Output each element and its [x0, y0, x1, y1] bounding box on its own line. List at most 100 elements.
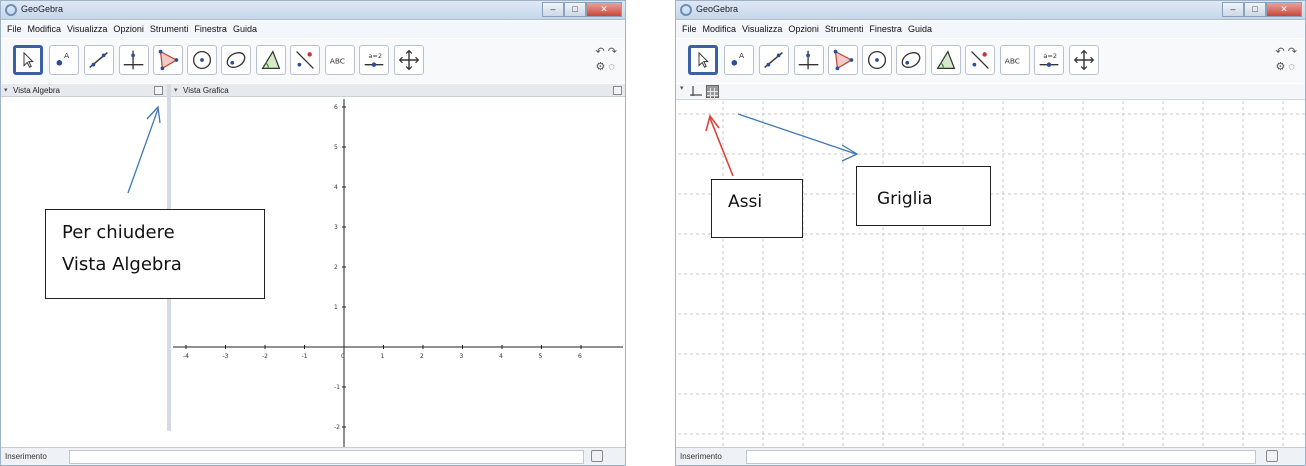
y-tick-label: -1	[334, 384, 340, 391]
x-tick-label: 2	[420, 353, 424, 360]
menu-modifica[interactable]: Modifica	[703, 21, 737, 38]
x-tick-label: -1	[302, 353, 308, 360]
input-field[interactable]	[746, 450, 1256, 464]
y-tick-label: 4	[334, 184, 338, 191]
line-tool-icon[interactable]	[759, 45, 789, 75]
x-tick-label: -4	[183, 353, 189, 360]
geogebra-window-right: GeoGebra – □ ✕ File Modifica Visualizza Opz…	[675, 0, 1306, 466]
move-view-tool-icon[interactable]	[394, 45, 424, 75]
menu-finestra[interactable]: Finestra	[869, 21, 902, 38]
menu-opzioni[interactable]: Opzioni	[113, 21, 144, 38]
polygon-tool-icon[interactable]	[828, 45, 858, 75]
menu-visualizza[interactable]: Visualizza	[742, 21, 782, 38]
close-graphics-view-button[interactable]	[613, 86, 622, 95]
menu-file[interactable]: File	[7, 21, 22, 38]
x-tick-label: 3	[460, 353, 464, 360]
arrow-to-grid-toggle	[737, 113, 857, 155]
menu-bar: File Modifica Visualizza Opzioni Strumenti Fi…	[1, 21, 625, 38]
window-title: GeoGebra	[696, 4, 739, 14]
graphics-view-title: Vista Grafica	[183, 86, 229, 95]
polygon-tool-icon[interactable]	[153, 45, 183, 75]
svg-text:a=2: a=2	[1043, 52, 1057, 60]
slider-tool-icon[interactable]: a=2	[1034, 45, 1064, 75]
menu-guida[interactable]: Guida	[908, 21, 932, 38]
input-label: Inserimento	[680, 452, 722, 461]
menu-strumenti[interactable]: Strumenti	[825, 21, 864, 38]
geogebra-app-icon	[5, 4, 17, 16]
input-label: Inserimento	[5, 452, 47, 461]
angle-tool-icon[interactable]	[931, 45, 961, 75]
collapse-triangle-icon[interactable]: ▾	[174, 84, 178, 97]
annotation-box-axes: Assi	[711, 179, 803, 238]
menu-modifica[interactable]: Modifica	[28, 21, 62, 38]
arrow-to-axes-toggle	[709, 117, 734, 177]
move-view-tool-icon[interactable]	[1069, 45, 1099, 75]
perpendicular-tool-icon[interactable]	[119, 45, 149, 75]
x-tick-label: 6	[578, 353, 582, 360]
collapse-triangle-icon[interactable]: ▾	[680, 84, 684, 92]
perpendicular-tool-icon[interactable]	[794, 45, 824, 75]
conic-tool-icon[interactable]	[896, 45, 926, 75]
svg-text:a=2: a=2	[368, 52, 382, 60]
x-tick-label: 5	[539, 353, 543, 360]
input-field[interactable]	[69, 450, 584, 464]
menu-strumenti[interactable]: Strumenti	[150, 21, 189, 38]
x-tick-label: -3	[223, 353, 229, 360]
grid-toggle-icon[interactable]	[706, 85, 719, 99]
menu-finestra[interactable]: Finestra	[194, 21, 227, 38]
text-tool-icon[interactable]: ABC	[325, 45, 355, 75]
collapse-triangle-icon[interactable]: ▾	[4, 84, 8, 97]
point-tool-icon[interactable]: A	[49, 45, 79, 75]
menu-visualizza[interactable]: Visualizza	[67, 21, 107, 38]
input-help-icon[interactable]	[591, 450, 603, 462]
y-tick-label: 6	[334, 104, 338, 111]
axes-toggle-icon[interactable]	[689, 85, 703, 98]
angle-tool-icon[interactable]	[256, 45, 286, 75]
input-bar: Inserimento	[676, 447, 1305, 465]
close-algebra-view-button[interactable]	[154, 86, 163, 95]
minimize-button[interactable]: –	[1222, 2, 1244, 17]
input-help-icon[interactable]	[1266, 450, 1278, 462]
help-settings-icons[interactable]: ⚙ ◌	[1276, 60, 1298, 73]
annotation-box-grid: Griglia	[856, 166, 991, 226]
minimize-button[interactable]: –	[542, 2, 564, 17]
menu-file[interactable]: File	[682, 21, 697, 38]
menu-guida[interactable]: Guida	[233, 21, 257, 38]
text-tool-icon[interactable]: ABC	[1000, 45, 1030, 75]
move-tool-icon[interactable]	[13, 45, 43, 75]
x-tick-label: 1	[381, 353, 385, 360]
menu-bar: File Modifica Visualizza Opzioni Strumenti Fi…	[676, 21, 1305, 38]
reflect-tool-icon[interactable]	[290, 45, 320, 75]
conic-tool-icon[interactable]	[221, 45, 251, 75]
circle-tool-icon[interactable]	[862, 45, 892, 75]
y-tick-label: 5	[334, 144, 338, 151]
arrow-head-icon	[841, 144, 859, 162]
svg-text:A: A	[64, 51, 70, 60]
undo-redo-icons[interactable]: ↶ ↷	[1276, 45, 1298, 58]
maximize-button[interactable]: □	[564, 2, 586, 17]
svg-text:A: A	[739, 51, 745, 60]
close-window-button[interactable]: ✕	[1266, 2, 1302, 17]
svg-text:ABC: ABC	[330, 57, 345, 66]
title-bar: GeoGebra – □ ✕	[1, 1, 625, 20]
graphics-view-header: ▾ Vista Grafica	[171, 84, 625, 97]
circle-tool-icon[interactable]	[187, 45, 217, 75]
undo-redo-icons[interactable]: ↶ ↷	[596, 45, 618, 58]
point-tool-icon[interactable]: A	[724, 45, 754, 75]
style-bar: ▾	[676, 84, 1305, 100]
y-tick-label: -2	[334, 424, 340, 431]
geogebra-app-icon	[680, 4, 692, 16]
geogebra-window-left: GeoGebra – □ ✕ File Modifica Visualizza Opz…	[0, 0, 626, 466]
title-bar: GeoGebra – □ ✕	[676, 1, 1305, 20]
slider-tool-icon[interactable]: a=2	[359, 45, 389, 75]
menu-opzioni[interactable]: Opzioni	[788, 21, 819, 38]
reflect-tool-icon[interactable]	[965, 45, 995, 75]
annotation-box-close-algebra: Per chiudere Vista Algebra	[45, 209, 265, 299]
annotation-axes-label: Assi	[728, 192, 763, 212]
close-window-button[interactable]: ✕	[586, 2, 622, 17]
line-tool-icon[interactable]	[84, 45, 114, 75]
y-tick-label: 1	[334, 304, 338, 311]
help-settings-icons[interactable]: ⚙ ◌	[596, 60, 618, 73]
maximize-button[interactable]: □	[1244, 2, 1266, 17]
move-tool-icon[interactable]	[688, 45, 718, 75]
